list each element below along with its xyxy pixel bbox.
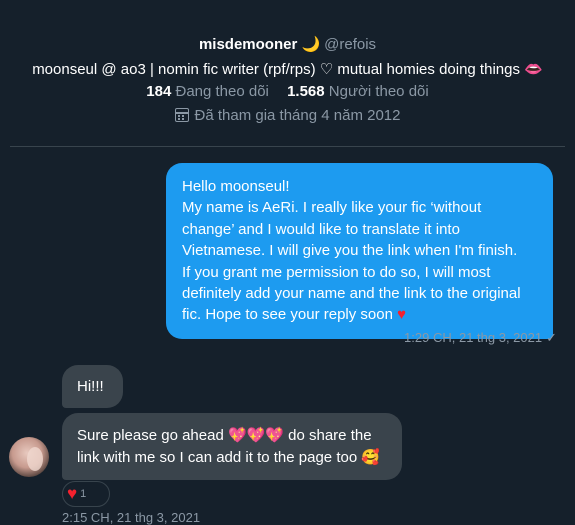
display-name[interactable]: misdemooner 🌙 [199, 36, 320, 53]
heart-emoji-icon: ♥ [397, 306, 407, 324]
message-line-with-heart: If you grant me permission to do so, I w… [182, 262, 537, 326]
calendar-icon [174, 108, 189, 122]
user-handle[interactable]: @refois [324, 36, 376, 53]
reaction-count: 1 [80, 488, 87, 500]
joined-date: Đã tham gia tháng 4 năm 2012 [0, 107, 575, 124]
followers-label[interactable]: Người theo dõi [329, 83, 429, 100]
message-line: If you grant me permission to do so, I w… [182, 263, 521, 324]
outgoing-timestamp: 1:29 CH, 21 thg 3, 2021 [404, 330, 543, 345]
followers-count[interactable]: 1.568 [287, 83, 325, 100]
avatar[interactable] [9, 437, 49, 477]
outgoing-timestamp-row: 1:29 CH, 21 thg 3, 2021 ✓ [404, 330, 557, 346]
following-label[interactable]: Đang theo dõi [175, 83, 268, 100]
message-line: Hello moonseul! [182, 178, 290, 195]
message-text: Sure please go ahead 💖💖💖 do share the li… [77, 427, 372, 466]
seen-check-icon: ✓ [546, 330, 557, 345]
profile-stats: 184 Đang theo dõi 1.568 Người theo dõi [0, 83, 575, 100]
heart-reaction-icon: ♥ [67, 484, 78, 503]
incoming-message-bubble[interactable]: Sure please go ahead 💖💖💖 do share the li… [62, 413, 402, 481]
reaction-badge[interactable]: ♥ 1 [62, 481, 110, 507]
name-row: misdemooner 🌙 @refois [0, 35, 575, 53]
following-count[interactable]: 184 [146, 83, 171, 100]
smiling-face-emoji-icon: 🥰 [361, 448, 381, 466]
incoming-timestamp: 2:15 CH, 21 thg 3, 2021 [62, 510, 201, 525]
outgoing-message-bubble[interactable]: Hello moonseul! My name is AeRi. I reall… [166, 163, 553, 339]
joined-text: Đã tham gia tháng 4 năm 2012 [194, 107, 401, 124]
message-line: My name is AeRi. I really like your fic … [182, 199, 518, 260]
divider [10, 146, 565, 147]
profile-bio: moonseul @ ao3 | nomin fic writer (rpf/r… [32, 61, 543, 78]
incoming-message-bubble[interactable]: Hi!!! [62, 365, 123, 408]
